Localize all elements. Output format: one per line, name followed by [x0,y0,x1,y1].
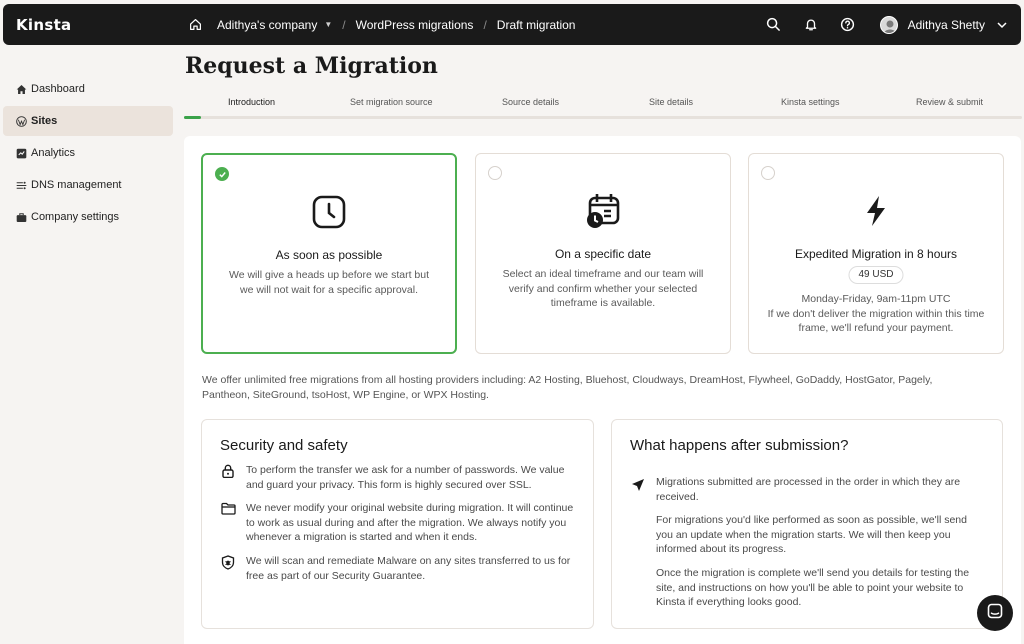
sidebar-item-label: Sites [31,115,58,127]
sidebar-item-company-settings[interactable]: Company settings [3,202,173,232]
breadcrumb-company[interactable]: Adithya's company [217,18,317,32]
progress-fill [184,116,201,119]
step-introduction[interactable]: Introduction [228,97,275,107]
security-item: To perform the transfer we ask for a num… [220,463,577,492]
breadcrumb-section[interactable]: WordPress migrations [356,18,474,32]
sidebar-item-dns[interactable]: DNS management [3,170,173,200]
step-kinsta-settings[interactable]: Kinsta settings [781,97,840,107]
after-paragraph: Migrations submitted are processed in th… [656,476,961,503]
sidebar-item-label: Company settings [31,211,120,223]
security-text: We never modify your original website du… [246,502,574,543]
chart-icon [16,148,27,159]
sidebar-item-analytics[interactable]: Analytics [3,138,173,168]
security-text: To perform the transfer we ask for a num… [246,464,565,491]
security-item: We never modify your original website du… [220,501,577,545]
shield-bug-icon [220,554,236,583]
free-migrations-note: We offer unlimited free migrations from … [202,374,933,401]
option-refund-note: If we don't deliver the migration within… [767,307,985,335]
option-title: As soon as possible [275,248,383,262]
security-text: We will scan and remediate Malware on an… [246,555,571,582]
card-title: What happens after submission? [630,437,849,454]
stepper: Introduction Set migration source Source… [184,95,1022,119]
sidebar: Dashboard Sites Analytics DNS management… [3,74,173,234]
breadcrumb: Adithya's company ▼ / WordPress migratio… [189,4,575,45]
bell-icon[interactable] [802,16,820,34]
option-hours: Monday-Friday, 9am-11pm UTC [801,293,951,305]
option-description: Select an ideal timeframe and our team w… [502,268,704,309]
chat-icon [987,603,1003,624]
option-title: Expedited Migration in 8 hours [794,247,958,261]
sidebar-item-label: DNS management [31,179,122,191]
page-title: Request a Migration [185,53,438,79]
price-badge: 49 USD [848,266,904,284]
breadcrumb-current: Draft migration [496,17,576,32]
dns-icon [16,180,27,191]
lightning-icon [857,192,895,230]
user-name[interactable]: Adithya Shetty [908,18,985,32]
avatar[interactable] [879,15,898,34]
option-expedited-migration[interactable]: Expedited Migration in 8 hours 49 USD Mo… [748,153,1004,354]
step-source-details[interactable]: Source details [502,97,559,107]
option-as-soon-as-possible[interactable]: As soon as possible We will give a heads… [201,153,457,354]
lock-icon [220,463,236,492]
search-icon[interactable] [765,16,783,34]
card-title: Security and safety [220,437,348,454]
kinsta-logo[interactable]: Kinsta [16,16,71,34]
progress-track [184,116,1022,119]
wordpress-icon [16,115,27,127]
home-icon[interactable] [189,18,203,32]
send-icon [631,478,645,497]
after-paragraph: Once the migration is complete we'll sen… [656,567,970,608]
step-set-migration-source[interactable]: Set migration source [350,97,433,107]
radio-unselected[interactable] [761,166,775,180]
home-icon [16,84,27,95]
briefcase-icon [16,212,27,223]
option-description: Monday-Friday, 9am-11pm UTC If we don't … [757,292,995,336]
clock-icon [310,193,348,231]
top-bar: Kinsta Adithya's company ▼ / WordPress m… [3,4,1021,45]
radio-selected[interactable] [215,167,229,181]
option-description: We will give a heads up before we start … [229,269,429,296]
breadcrumb-separator: / [483,17,487,32]
main-panel: As soon as possible We will give a heads… [184,136,1021,644]
after-paragraph: For migrations you'd like performed as s… [656,514,967,555]
chevron-down-icon[interactable] [997,16,1007,34]
option-title: On a specific date [554,247,652,261]
chat-button[interactable] [977,595,1013,631]
security-item: We will scan and remediate Malware on an… [220,554,577,583]
breadcrumb-separator: / [342,17,346,32]
option-specific-date[interactable]: On a specific date Select an ideal timef… [475,153,731,354]
radio-unselected[interactable] [488,166,502,180]
folder-icon [220,501,236,545]
chevron-down-icon[interactable]: ▼ [324,20,332,29]
sidebar-item-sites[interactable]: Sites [3,106,173,136]
sidebar-item-label: Analytics [31,147,76,159]
step-site-details[interactable]: Site details [649,97,693,107]
step-review-submit[interactable]: Review & submit [916,97,983,107]
after-submission-card: What happens after submission? Migration… [611,419,1003,629]
help-icon[interactable] [839,16,857,34]
security-card: Security and safety To perform the trans… [201,419,594,629]
sidebar-item-dashboard[interactable]: Dashboard [3,74,173,104]
calendar-clock-icon [584,192,622,230]
sidebar-item-label: Dashboard [31,83,85,95]
